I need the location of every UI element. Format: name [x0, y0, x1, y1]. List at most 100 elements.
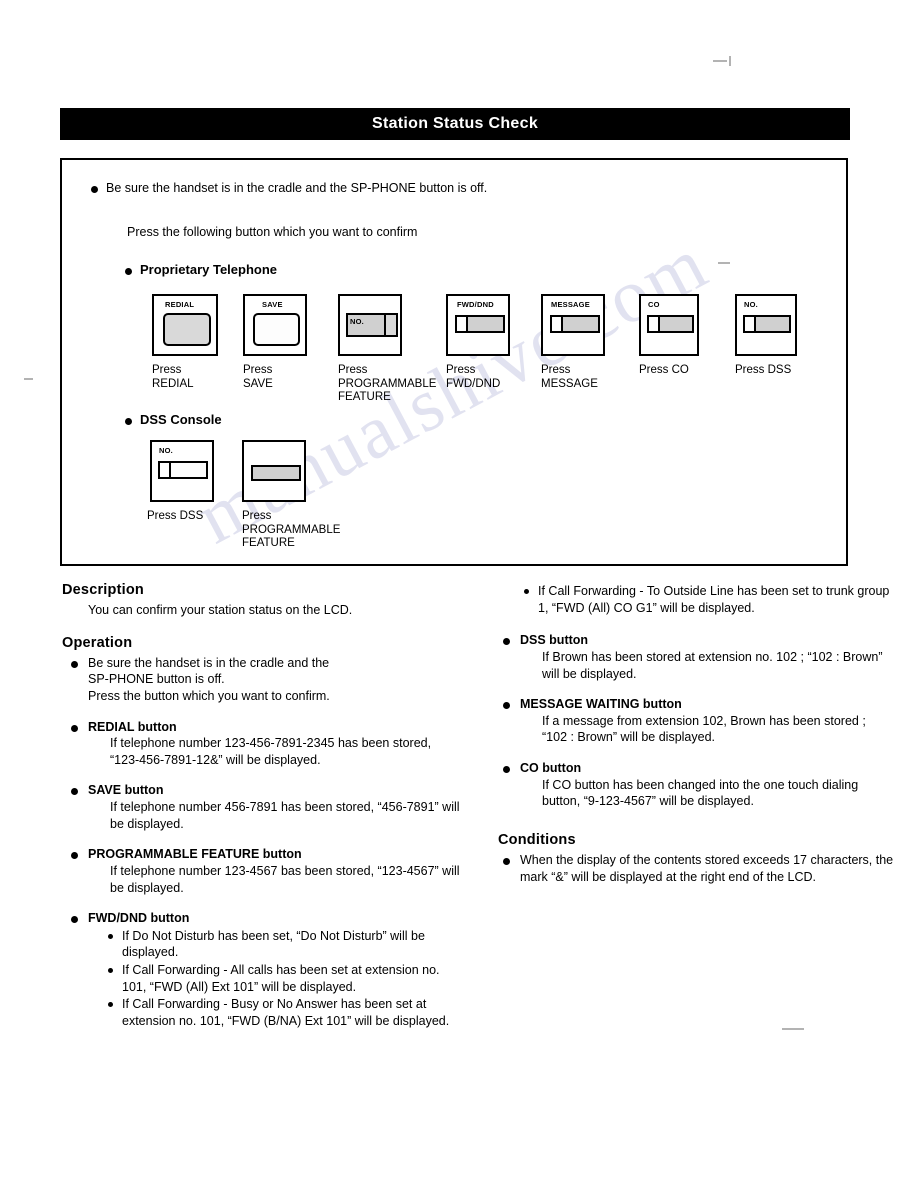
key-bar-segment	[160, 463, 171, 477]
key-diagram-fwd-dnd: FWD/DND	[446, 294, 510, 356]
operation-heading: Operation	[62, 634, 133, 651]
item-title: FWD/DND button	[88, 911, 190, 926]
key-label: FWD/DND	[457, 300, 494, 309]
key-bar-body	[171, 463, 206, 477]
key-label: REDIAL	[165, 300, 195, 309]
key-bar-segment	[745, 317, 756, 331]
scan-speck	[24, 378, 33, 380]
operation-intro-line-3: Press the button which you want to confi…	[88, 688, 330, 703]
key-diagram-dss-console-programmable-feature	[242, 440, 306, 502]
key-bar-body	[563, 317, 598, 331]
key-label: CO	[648, 300, 660, 309]
right-operation-list: DSS button If Brown has been stored at e…	[494, 632, 894, 810]
item-body: If a message from extension 102, Brown h…	[542, 713, 866, 745]
key-bar-segment	[552, 317, 563, 331]
item-body: If telephone number 456-7891 has been st…	[110, 800, 460, 831]
key-surface	[743, 315, 791, 333]
left-column: Description You can confirm your station…	[62, 582, 462, 1032]
key-label: NO.	[350, 317, 364, 326]
fwd-dnd-subitem: If Call Forwarding - Busy or No Answer h…	[104, 996, 462, 1029]
section-heading-dss-console: DSS Console	[140, 412, 222, 427]
section-heading-proprietary: Proprietary Telephone	[140, 262, 278, 277]
key-diagram-message: MESSAGE	[541, 294, 605, 356]
key-caption-programmable-feature: Press PROGRAMMABLE FEATURE	[338, 364, 437, 404]
item-body: If Brown has been stored at extension no…	[542, 649, 883, 681]
item-title: DSS button	[520, 633, 589, 648]
item-title: CO button	[520, 761, 582, 775]
key-caption-dss: Press DSS	[735, 364, 792, 376]
key-diagram-dss: NO.	[735, 294, 797, 356]
fwd-dnd-subitem: If Call Forwarding - To Outside Line has…	[520, 583, 894, 616]
page-title: Station Status Check	[371, 115, 539, 132]
key-bar-body	[756, 317, 789, 331]
frame-intro-bullet: Be sure the handset is in the cradle and…	[106, 181, 488, 195]
fwd-dnd-sublist: If Do Not Disturb has been set, “Do Not …	[104, 928, 462, 1030]
operation-item-redial: REDIAL button If telephone number 123-45…	[62, 719, 462, 769]
key-label: NO.	[744, 300, 758, 309]
item-body: If telephone number 123-456-7891-2345 ha…	[110, 736, 432, 767]
bullet-icon	[125, 418, 132, 425]
description-text: You can confirm your station status on t…	[88, 603, 353, 617]
operation-list: Be sure the handset is in the cradle and…	[62, 655, 462, 1030]
key-surface	[251, 465, 301, 481]
key-caption-fwd-dnd: Press FWD/DND	[446, 364, 501, 390]
key-surface	[550, 315, 600, 333]
key-surface	[158, 461, 208, 479]
frame-intro-instruction: Press the following button which you wan…	[127, 225, 418, 239]
scan-speck	[729, 56, 731, 66]
key-surface	[163, 313, 211, 346]
key-diagram-dss-console-dss: NO.	[150, 440, 214, 502]
operation-item-co: CO button If CO button has been changed …	[494, 760, 894, 810]
operation-intro-line-2: SP-PHONE button is off.	[88, 672, 225, 687]
fwd-dnd-sublist-continued: If Call Forwarding - To Outside Line has…	[520, 583, 894, 616]
conditions-item: When the display of the contents stored …	[494, 852, 894, 885]
key-label: NO.	[159, 446, 173, 455]
operation-item-save: SAVE button If telephone number 456-7891…	[62, 782, 462, 832]
operation-item-programmable-feature: PROGRAMMABLE FEATURE button If telephone…	[62, 846, 462, 896]
scan-speck	[782, 1028, 804, 1030]
key-label: SAVE	[262, 300, 283, 309]
key-bar-segment	[384, 315, 396, 335]
key-caption-message: Press MESSAGE	[541, 364, 598, 390]
operation-item-message-waiting: MESSAGE WAITING button If a message from…	[494, 696, 894, 746]
key-surface	[647, 315, 694, 333]
key-caption-save: Press SAVE	[243, 364, 273, 390]
key-bar-segment	[457, 317, 468, 331]
key-diagram-co: CO	[639, 294, 699, 356]
key-bar-segment	[649, 317, 660, 331]
key-caption-dss-console-dss: Press DSS	[147, 510, 204, 522]
description-heading: Description	[62, 582, 144, 598]
item-body: If telephone number 123-4567 bas been st…	[110, 863, 460, 895]
operation-item-dss: DSS button If Brown has been stored at e…	[494, 632, 894, 682]
operation-intro-item: Be sure the handset is in the cradle and…	[62, 655, 462, 705]
right-column: If Call Forwarding - To Outside Line has…	[494, 582, 894, 887]
key-bar-body	[660, 317, 692, 331]
key-label: MESSAGE	[551, 300, 590, 309]
item-title: REDIAL button	[88, 719, 177, 734]
operation-intro-line-1: Be sure the handset is in the cradle and…	[88, 655, 330, 670]
item-title: PROGRAMMABLE FEATURE button	[88, 847, 302, 862]
key-bar-body	[253, 467, 299, 479]
key-diagram-redial: REDIAL	[152, 294, 218, 356]
instruction-frame: Be sure the handset is in the cradle and…	[60, 158, 848, 566]
key-surface	[455, 315, 505, 333]
bullet-icon	[91, 186, 98, 193]
item-body: If CO button has been changed into the o…	[542, 777, 859, 809]
conditions-item-text: When the display of the contents stored …	[520, 852, 894, 884]
page-title-banner: Station Status Check	[60, 108, 850, 140]
key-caption-dss-console-programmable-feature: Press PROGRAMMABLE FEATURE	[242, 510, 341, 550]
key-caption-co: Press CO	[639, 364, 689, 376]
conditions-heading: Conditions	[498, 831, 576, 848]
operation-item-fwd-dnd: FWD/DND button If Do Not Disturb has bee…	[62, 910, 462, 1029]
fwd-dnd-subitem: If Call Forwarding - All calls has been …	[104, 962, 462, 995]
scan-speck	[713, 60, 727, 62]
key-caption-redial: Press REDIAL	[152, 364, 194, 390]
key-diagram-save: SAVE	[243, 294, 307, 356]
item-title: SAVE button	[88, 783, 164, 798]
key-diagram-programmable-feature: NO.	[338, 294, 402, 356]
key-bar-body	[468, 317, 503, 331]
bullet-icon	[125, 268, 132, 275]
key-surface	[253, 313, 300, 346]
conditions-list: When the display of the contents stored …	[494, 852, 894, 885]
fwd-dnd-subitem: If Do Not Disturb has been set, “Do Not …	[104, 928, 462, 961]
